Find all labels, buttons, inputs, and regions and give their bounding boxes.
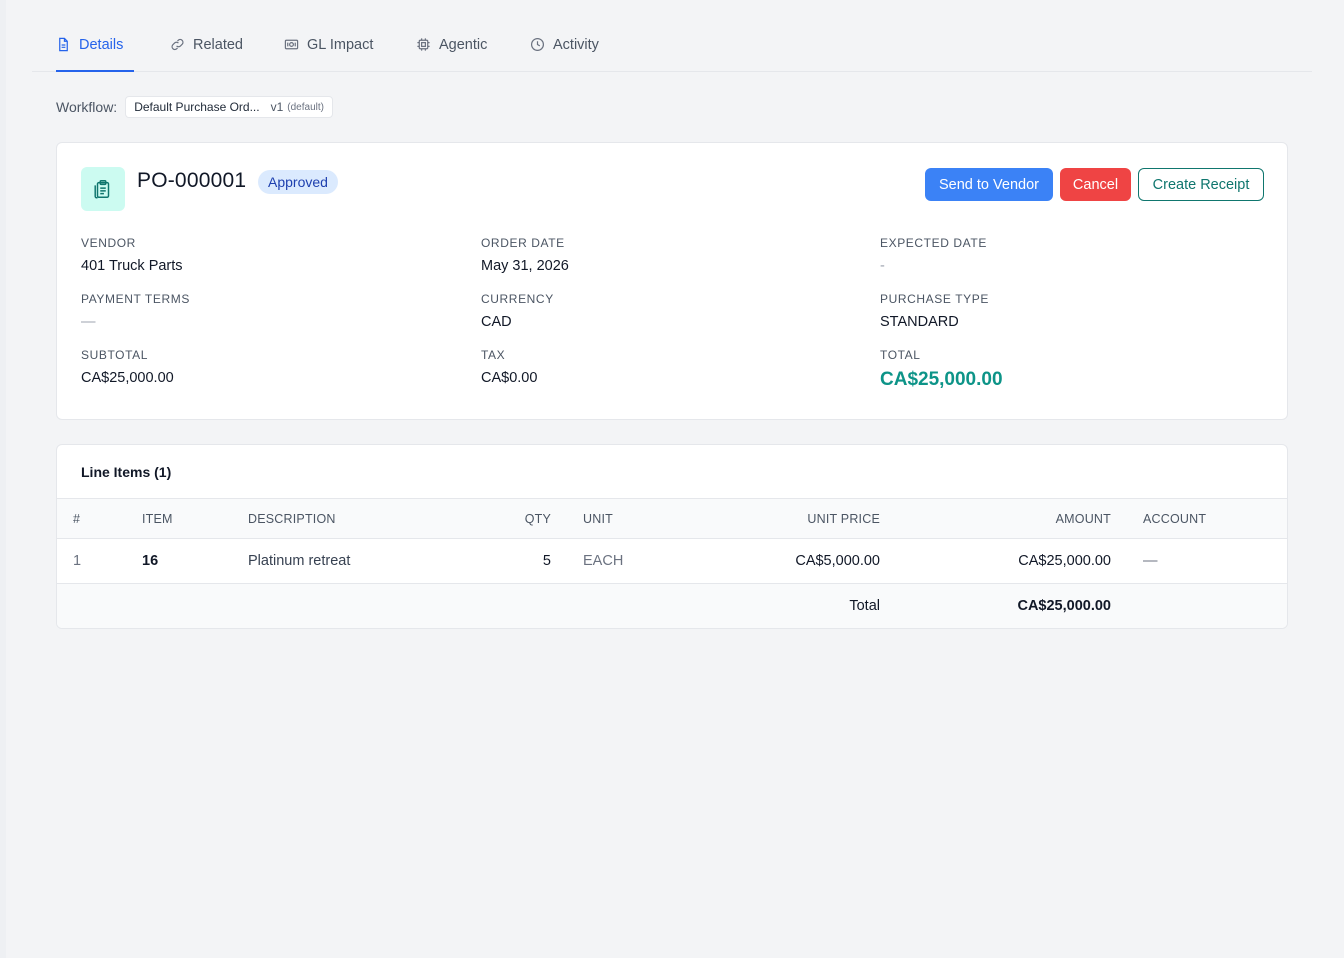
tab-label: Activity	[553, 36, 599, 53]
cell-description: Platinum retreat	[248, 553, 351, 569]
footer-total-amount: CA$25,000.00	[1017, 598, 1111, 614]
field-label: TOTAL	[880, 348, 921, 362]
field-label: PURCHASE TYPE	[880, 292, 989, 306]
clipboard-icon	[81, 167, 125, 211]
tab-label: Agentic	[439, 36, 488, 53]
tab-label: Related	[193, 36, 243, 53]
field-label: SUBTOTAL	[81, 348, 149, 362]
tab-related[interactable]: Related	[170, 18, 243, 71]
tab-activity[interactable]: Activity	[530, 18, 599, 71]
expected-date-field: EXPECTED DATE -	[880, 236, 987, 274]
currency-value: CAD	[481, 314, 512, 330]
workflow-version: v1	[270, 100, 284, 114]
cell-amount: CA$25,000.00	[1018, 553, 1111, 569]
column-header-account: ACCOUNT	[1143, 512, 1207, 526]
order-date-value: May 31, 2026	[481, 258, 569, 274]
purchase-order-card: PO-000001 Approved Send to Vendor Cancel…	[56, 142, 1288, 420]
table-footer: Total CA$25,000.00	[57, 584, 1287, 628]
tab-bar: Details Related GL Impact Agentic Activi…	[32, 18, 1312, 72]
po-number: PO-000001	[137, 169, 247, 192]
table-header: # ITEM DESCRIPTION QTY UNIT UNIT PRICE A…	[57, 498, 1287, 539]
field-label: ORDER DATE	[481, 236, 565, 250]
purchase-type-value: STANDARD	[880, 314, 959, 330]
cell-number: 1	[73, 553, 82, 569]
total-value: CA$25,000.00	[880, 369, 1003, 390]
status-badge: Approved	[258, 170, 338, 194]
chip-icon	[417, 38, 430, 51]
tab-details[interactable]: Details	[56, 18, 134, 72]
column-header-description: DESCRIPTION	[248, 512, 336, 526]
table-row[interactable]: 1 16 Platinum retreat 5 EACH CA$5,000.00…	[57, 539, 1287, 584]
cell-item[interactable]: 16	[142, 553, 158, 569]
expected-date-value: -	[880, 258, 885, 274]
workflow-name: Default Purchase Ord...	[134, 100, 260, 114]
link-icon	[171, 38, 184, 51]
subtotal-field: SUBTOTAL CA$25,000.00	[81, 348, 174, 386]
document-icon	[59, 37, 68, 52]
cancel-button[interactable]: Cancel	[1060, 168, 1131, 201]
vendor-value: 401 Truck Parts	[81, 258, 183, 274]
workflow-selector: Workflow: Default Purchase Ord... v1 (de…	[56, 96, 333, 118]
vendor-field: VENDOR 401 Truck Parts	[81, 236, 183, 274]
cell-unit-price: CA$5,000.00	[795, 553, 880, 569]
field-label: VENDOR	[81, 236, 136, 250]
subtotal-value: CA$25,000.00	[81, 370, 174, 386]
column-header-unit-price: UNIT PRICE	[807, 512, 880, 526]
column-header-qty: QTY	[524, 512, 551, 526]
line-items-title: Line Items (1)	[81, 464, 172, 480]
field-label: TAX	[481, 348, 506, 362]
field-label: EXPECTED DATE	[880, 236, 987, 250]
cell-qty: 5	[542, 553, 551, 569]
workflow-label: Workflow:	[56, 99, 118, 115]
currency-field: CURRENCY CAD	[481, 292, 554, 330]
payment-terms-field: PAYMENT TERMS —	[81, 292, 190, 330]
field-label: CURRENCY	[481, 292, 554, 306]
banknote-icon	[284, 39, 299, 50]
tab-agentic[interactable]: Agentic	[416, 18, 487, 71]
workflow-dropdown[interactable]: Default Purchase Ord... v1 (default)	[125, 96, 333, 118]
tab-label: Details	[79, 36, 124, 53]
tab-gl-impact[interactable]: GL Impact	[284, 18, 373, 71]
column-header-unit: UNIT	[583, 512, 613, 526]
total-field: TOTAL CA$25,000.00	[880, 348, 1003, 391]
order-date-field: ORDER DATE May 31, 2026	[481, 236, 569, 274]
cell-account: —	[1143, 553, 1158, 569]
tab-label: GL Impact	[307, 36, 374, 53]
column-header-item: ITEM	[142, 512, 173, 526]
column-header-amount: AMOUNT	[1055, 512, 1111, 526]
send-to-vendor-button[interactable]: Send to Vendor	[925, 168, 1053, 201]
column-header-number: #	[73, 512, 81, 526]
tax-value: CA$0.00	[481, 370, 538, 386]
clock-icon	[530, 37, 545, 52]
line-items-card: Line Items (1) # ITEM DESCRIPTION QTY UN…	[56, 444, 1288, 629]
payment-terms-value: —	[81, 314, 96, 330]
create-receipt-button[interactable]: Create Receipt	[1138, 168, 1264, 201]
field-label: PAYMENT TERMS	[81, 292, 190, 306]
footer-total-label: Total	[849, 598, 880, 614]
cell-unit: EACH	[583, 553, 624, 569]
workflow-default-tag: (default)	[287, 101, 324, 113]
tax-field: TAX CA$0.00	[481, 348, 537, 386]
left-edge	[0, 0, 6, 958]
purchase-type-field: PURCHASE TYPE STANDARD	[880, 292, 989, 330]
